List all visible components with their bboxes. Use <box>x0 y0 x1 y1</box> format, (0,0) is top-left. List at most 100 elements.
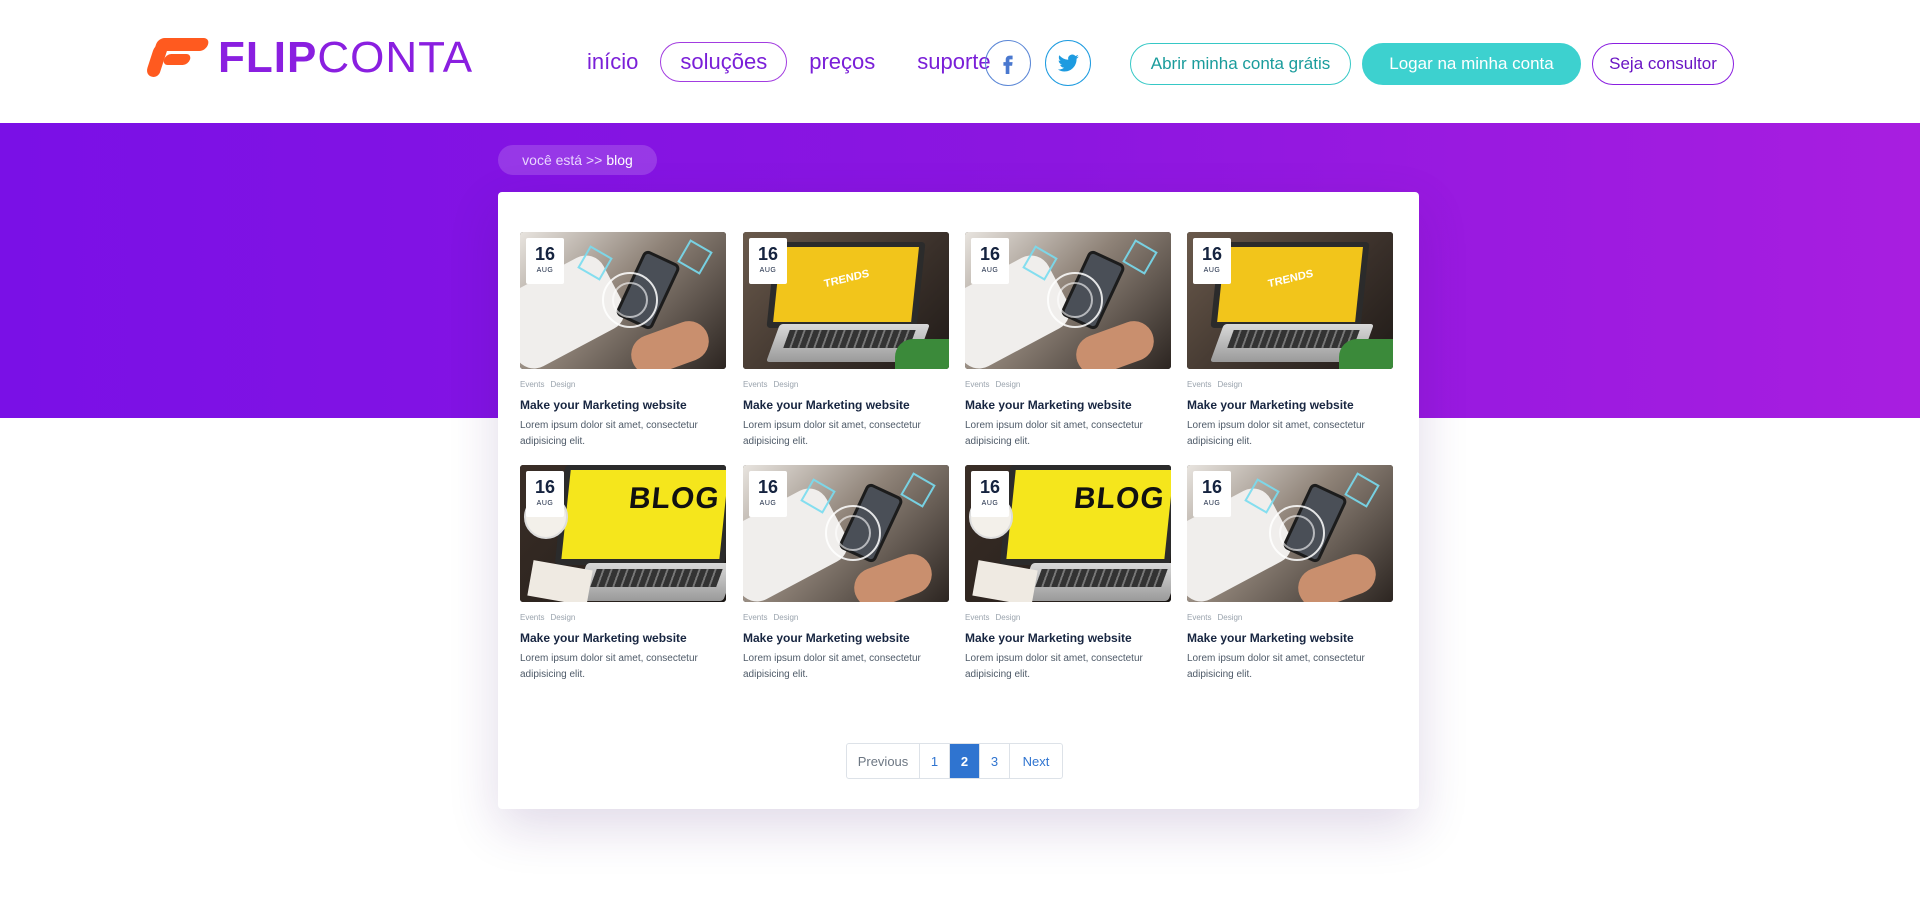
post-tags: Events Design <box>743 380 949 392</box>
post-tag[interactable]: Events <box>743 380 767 389</box>
pagination-next[interactable]: Next <box>1010 744 1062 778</box>
nav-item-inicio[interactable]: início <box>567 42 658 82</box>
post-date-month: AUG <box>981 267 999 274</box>
post-excerpt: Lorem ipsum dolor sit amet, consectetur … <box>965 653 1143 680</box>
main-nav: início soluções preços suporte <box>567 42 1013 82</box>
post-thumbnail[interactable]: 16 AUG <box>1187 465 1393 602</box>
post-title[interactable]: Make your Marketing website <box>965 398 1171 413</box>
post-tag[interactable]: Events <box>965 613 989 622</box>
post-tag[interactable]: Design <box>773 613 798 622</box>
post-title[interactable]: Make your Marketing website <box>743 398 949 413</box>
logo-wordmark: FLIPCONTA <box>218 36 473 80</box>
post-tags: Events Design <box>743 613 949 625</box>
post-tag[interactable]: Design <box>550 613 575 622</box>
pagination-page-2[interactable]: 2 <box>950 744 980 778</box>
post-thumbnail[interactable]: TRENDS 16 AUG <box>743 232 949 369</box>
blog-post[interactable]: BLOG 16 AUG Events Design Make your Marke… <box>965 465 1171 683</box>
blog-post[interactable]: TRENDS 16 AUG Events Design Make your Mar… <box>743 232 949 450</box>
post-date-badge: 16 AUG <box>1193 238 1231 284</box>
post-date-badge: 16 AUG <box>971 238 1009 284</box>
post-tag[interactable]: Design <box>995 380 1020 389</box>
blog-card: 16 AUG Events Design Make your Marketing … <box>498 192 1419 809</box>
post-excerpt: Lorem ipsum dolor sit amet, consectetur … <box>520 420 698 447</box>
blog-post[interactable]: 16 AUG Events Design Make your Marketing … <box>965 232 1171 450</box>
laptop-screen-text: BLOG <box>627 482 722 515</box>
post-thumbnail[interactable]: 16 AUG <box>965 232 1171 369</box>
post-excerpt: Lorem ipsum dolor sit amet, consectetur … <box>1187 653 1365 680</box>
logo-mark-icon <box>144 37 211 79</box>
post-date-badge: 16 AUG <box>526 238 564 284</box>
post-date-day: 16 <box>534 477 556 497</box>
post-date-month: AUG <box>536 500 554 507</box>
blog-post[interactable]: 16 AUG Events Design Make your Marketing … <box>1187 465 1393 683</box>
post-date-badge: 16 AUG <box>971 471 1009 517</box>
become-consultant-button[interactable]: Seja consultor <box>1592 43 1734 85</box>
post-tag[interactable]: Events <box>1187 613 1211 622</box>
post-tag[interactable]: Design <box>995 613 1020 622</box>
post-excerpt: Lorem ipsum dolor sit amet, consectetur … <box>743 653 921 680</box>
post-thumbnail[interactable]: BLOG 16 AUG <box>520 465 726 602</box>
post-tag[interactable]: Events <box>1187 380 1211 389</box>
breadcrumb-current[interactable]: blog <box>606 152 632 168</box>
post-thumbnail[interactable]: 16 AUG <box>743 465 949 602</box>
twitter-button[interactable] <box>1045 40 1091 86</box>
logo-text-bold: FLIP <box>218 33 318 82</box>
post-tag[interactable]: Design <box>1217 380 1242 389</box>
nav-item-solucoes[interactable]: soluções <box>660 42 788 82</box>
post-date-month: AUG <box>536 267 554 274</box>
post-thumbnail[interactable]: BLOG 16 AUG <box>965 465 1171 602</box>
post-date-badge: 16 AUG <box>749 238 787 284</box>
blog-post[interactable]: 16 AUG Events Design Make your Marketing … <box>743 465 949 683</box>
post-tag[interactable]: Design <box>550 380 575 389</box>
laptop-screen-text: TRENDS <box>1267 267 1315 290</box>
flipconta-logo[interactable]: FLIPCONTA <box>144 36 473 80</box>
post-thumbnail[interactable]: 16 AUG <box>520 232 726 369</box>
post-title[interactable]: Make your Marketing website <box>520 631 726 646</box>
post-date-day: 16 <box>534 244 556 264</box>
post-tags: Events Design <box>965 380 1171 392</box>
post-tag[interactable]: Events <box>520 613 544 622</box>
post-date-month: AUG <box>759 267 777 274</box>
post-date-day: 16 <box>1201 244 1223 264</box>
post-tag[interactable]: Design <box>773 380 798 389</box>
blog-post[interactable]: BLOG 16 AUG Events Design Make your Marke… <box>520 465 726 683</box>
pagination-previous[interactable]: Previous <box>847 744 920 778</box>
post-tags: Events Design <box>520 380 726 392</box>
post-title[interactable]: Make your Marketing website <box>520 398 726 413</box>
post-date-day: 16 <box>757 477 779 497</box>
post-tag[interactable]: Events <box>520 380 544 389</box>
post-date-day: 16 <box>979 477 1001 497</box>
post-date-badge: 16 AUG <box>526 471 564 517</box>
post-title[interactable]: Make your Marketing website <box>1187 631 1393 646</box>
post-tags: Events Design <box>1187 380 1393 392</box>
post-tags: Events Design <box>1187 613 1393 625</box>
pagination-page-3[interactable]: 3 <box>980 744 1010 778</box>
blog-post[interactable]: TRENDS 16 AUG Events Design Make your Mar… <box>1187 232 1393 450</box>
login-button[interactable]: Logar na minha conta <box>1362 43 1581 85</box>
post-tag[interactable]: Events <box>743 613 767 622</box>
post-tag[interactable]: Events <box>965 380 989 389</box>
post-thumbnail[interactable]: TRENDS 16 AUG <box>1187 232 1393 369</box>
post-date-badge: 16 AUG <box>1193 471 1231 517</box>
blog-post[interactable]: 16 AUG Events Design Make your Marketing … <box>520 232 726 450</box>
facebook-button[interactable] <box>985 40 1031 86</box>
post-date-month: AUG <box>759 500 777 507</box>
post-title[interactable]: Make your Marketing website <box>965 631 1171 646</box>
post-excerpt: Lorem ipsum dolor sit amet, consectetur … <box>520 653 698 680</box>
laptop-screen-text: TRENDS <box>823 267 871 290</box>
site-header: FLIPCONTA início soluções preços suporte… <box>0 0 1920 123</box>
post-date-month: AUG <box>1203 267 1221 274</box>
post-tags: Events Design <box>520 613 726 625</box>
nav-item-precos[interactable]: preços <box>789 42 895 82</box>
post-date-badge: 16 AUG <box>749 471 787 517</box>
post-tag[interactable]: Design <box>1217 613 1242 622</box>
post-date-day: 16 <box>1201 477 1223 497</box>
pagination: Previous 1 2 3 Next <box>846 743 1063 779</box>
pagination-page-1[interactable]: 1 <box>920 744 950 778</box>
post-title[interactable]: Make your Marketing website <box>743 631 949 646</box>
open-free-account-button[interactable]: Abrir minha conta grátis <box>1130 43 1351 85</box>
laptop-screen-text: BLOG <box>1072 482 1167 515</box>
post-title[interactable]: Make your Marketing website <box>1187 398 1393 413</box>
logo-text-light: CONTA <box>317 33 474 82</box>
facebook-icon <box>1003 55 1013 74</box>
